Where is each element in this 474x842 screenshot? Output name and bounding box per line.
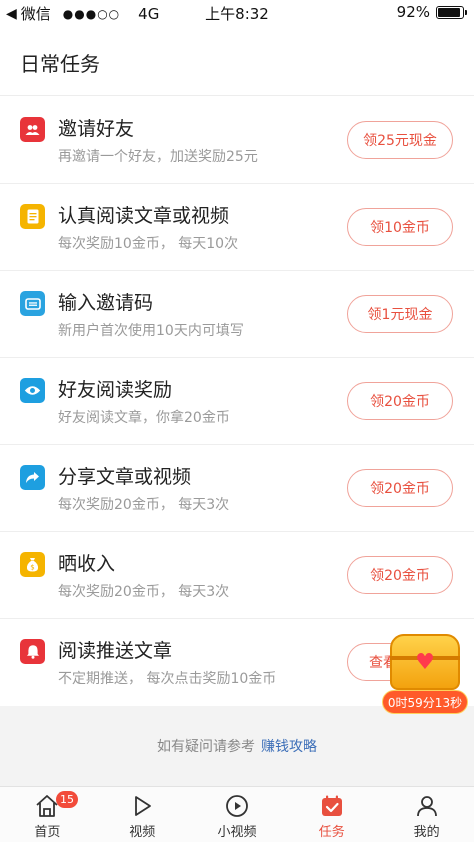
task-claim-button[interactable]: 领20金币 bbox=[347, 556, 453, 594]
task-subtitle: 每次奖励10金币， 每天10次 bbox=[58, 236, 239, 252]
chest-countdown: 0时59分13秒 bbox=[382, 690, 468, 714]
task-title: 阅读推送文章 bbox=[58, 640, 173, 662]
calendar-check-icon bbox=[318, 793, 346, 819]
users-icon bbox=[20, 117, 45, 142]
task-subtitle: 每次奖励20金币， 每天3次 bbox=[58, 584, 230, 600]
notification-badge: 15 bbox=[56, 791, 78, 808]
tab-short-video[interactable]: 小视频 bbox=[190, 787, 285, 842]
task-title: 邀请好友 bbox=[58, 118, 135, 140]
task-subtitle: 不定期推送， 每次点击奖励10金币 bbox=[58, 671, 277, 687]
task-row-read-articles: 认真阅读文章或视频 每次奖励10金币， 每天10次 领10金币 bbox=[0, 184, 474, 271]
money-bag-icon: $ bbox=[20, 552, 45, 577]
task-title: 好友阅读奖励 bbox=[58, 379, 173, 401]
task-row-friend-reading: 好友阅读奖励 好友阅读文章，你拿20金币 领20金币 bbox=[0, 358, 474, 445]
tab-tasks[interactable]: 任务 bbox=[284, 787, 379, 842]
help-note: 如有疑问请参考 赚钱攻略 bbox=[0, 706, 474, 786]
svg-text:$: $ bbox=[30, 564, 34, 572]
tab-label: 我的 bbox=[413, 825, 440, 840]
status-right: 92% bbox=[396, 3, 467, 21]
tab-label: 视频 bbox=[129, 825, 156, 840]
task-title: 分享文章或视频 bbox=[58, 466, 192, 488]
task-subtitle: 每次奖励20金币， 每天3次 bbox=[58, 497, 230, 513]
play-icon bbox=[128, 793, 156, 819]
task-title: 认真阅读文章或视频 bbox=[58, 205, 230, 227]
task-list: 邀请好友 再邀请一个好友，加送奖励25元 领25元现金 认真阅读文章或视频 每次… bbox=[0, 97, 474, 706]
money-guide-link[interactable]: 赚钱攻略 bbox=[261, 736, 317, 756]
share-icon bbox=[20, 465, 45, 490]
tab-label: 小视频 bbox=[217, 825, 257, 840]
tab-video[interactable]: 视频 bbox=[95, 787, 190, 842]
ticket-icon bbox=[20, 291, 45, 316]
task-row-show-income: $ 晒收入 每次奖励20金币， 每天3次 领20金币 bbox=[0, 532, 474, 619]
task-row-invite-friends: 邀请好友 再邀请一个好友，加送奖励25元 领25元现金 bbox=[0, 97, 474, 184]
task-claim-button[interactable]: 领10金币 bbox=[347, 208, 453, 246]
task-subtitle: 好友阅读文章，你拿20金币 bbox=[58, 410, 230, 426]
bottom-tab-bar: 首页 15 视频 小视频 任务 我的 bbox=[0, 786, 474, 842]
battery-fill bbox=[438, 7, 461, 17]
task-title: 晒收入 bbox=[58, 553, 116, 575]
battery-icon bbox=[436, 5, 467, 19]
heart-icon: ♥ bbox=[415, 650, 435, 675]
help-note-text: 如有疑问请参考 bbox=[157, 739, 255, 755]
eye-icon bbox=[20, 378, 45, 403]
bell-icon bbox=[20, 639, 45, 664]
document-icon bbox=[20, 204, 45, 229]
task-row-invite-code: 输入邀请码 新用户首次使用10天内可填写 领1元现金 bbox=[0, 271, 474, 358]
tab-home[interactable]: 首页 15 bbox=[0, 787, 95, 842]
task-row-share: 分享文章或视频 每次奖励20金币， 每天3次 领20金币 bbox=[0, 445, 474, 532]
task-claim-button[interactable]: 领20金币 bbox=[347, 382, 453, 420]
page-title: 日常任务 bbox=[20, 52, 100, 76]
task-claim-button[interactable]: 领20金币 bbox=[347, 469, 453, 507]
status-bar: ◀ 微信 ●●●○○ 4G 上午8:32 92% bbox=[0, 0, 474, 26]
tab-label: 任务 bbox=[318, 825, 345, 840]
header: 日常任务 bbox=[0, 26, 474, 96]
battery-percent: 92% bbox=[396, 3, 430, 21]
task-subtitle: 新用户首次使用10天内可填写 bbox=[58, 323, 244, 339]
task-subtitle: 再邀请一个好友，加送奖励25元 bbox=[58, 149, 258, 165]
task-claim-button[interactable]: 领25元现金 bbox=[347, 121, 453, 159]
task-claim-button[interactable]: 领1元现金 bbox=[347, 295, 453, 333]
tab-label: 首页 bbox=[34, 825, 61, 840]
task-title: 输入邀请码 bbox=[58, 292, 154, 314]
profile-icon bbox=[413, 793, 441, 819]
tab-profile[interactable]: 我的 bbox=[379, 787, 474, 842]
short-video-icon bbox=[223, 793, 251, 819]
treasure-chest-widget[interactable]: ♥ 0时59分13秒 bbox=[382, 628, 468, 716]
